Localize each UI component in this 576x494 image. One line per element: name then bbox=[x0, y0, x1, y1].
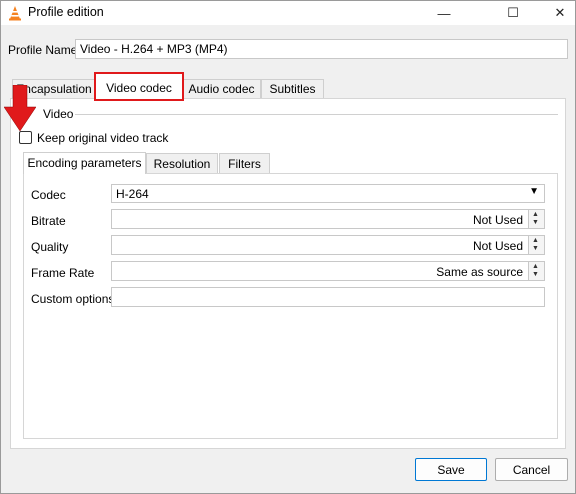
bitrate-spinbox[interactable]: Not Used ▲ ▼ bbox=[111, 209, 545, 229]
spin-up-icon[interactable]: ▲ bbox=[532, 263, 539, 270]
frame-rate-stepper[interactable]: ▲ ▼ bbox=[528, 262, 544, 280]
profile-edition-window: Profile edition — ☐ ✕ Profile Name Video… bbox=[0, 0, 576, 494]
tab-subtitles[interactable]: Subtitles bbox=[261, 79, 324, 98]
keep-original-video-label[interactable]: Keep original video track bbox=[37, 131, 168, 145]
cancel-button[interactable]: Cancel bbox=[495, 458, 568, 481]
bitrate-label: Bitrate bbox=[31, 214, 66, 228]
dropdown-arrow-icon: ▼ bbox=[529, 186, 539, 197]
custom-options-label: Custom options bbox=[31, 292, 115, 306]
bitrate-stepper[interactable]: ▲ ▼ bbox=[528, 210, 544, 228]
spin-up-icon[interactable]: ▲ bbox=[532, 237, 539, 244]
spin-up-icon[interactable]: ▲ bbox=[532, 211, 539, 218]
annotation-arrow-icon bbox=[4, 85, 36, 131]
codec-select[interactable]: H-264 ▼ bbox=[111, 184, 545, 203]
group-divider bbox=[67, 114, 558, 115]
spin-down-icon[interactable]: ▼ bbox=[532, 271, 539, 278]
quality-spinbox[interactable]: Not Used ▲ ▼ bbox=[111, 235, 545, 255]
close-button[interactable]: ✕ bbox=[537, 1, 576, 25]
tab-filters[interactable]: Filters bbox=[219, 153, 270, 173]
codec-label: Codec bbox=[31, 188, 66, 202]
frame-rate-spinbox[interactable]: Same as source ▲ ▼ bbox=[111, 261, 545, 281]
quality-label: Quality bbox=[31, 240, 69, 254]
keep-original-video-checkbox[interactable] bbox=[19, 131, 32, 144]
tab-video-codec[interactable]: Video codec bbox=[94, 72, 184, 101]
quality-value: Not Used bbox=[472, 239, 523, 253]
tab-audio-codec[interactable]: Audio codec bbox=[182, 79, 261, 98]
quality-stepper[interactable]: ▲ ▼ bbox=[528, 236, 544, 254]
frame-rate-label: Frame Rate bbox=[31, 266, 95, 280]
tab-resolution[interactable]: Resolution bbox=[146, 153, 218, 173]
profile-name-input[interactable]: Video - H.264 + MP3 (MP4) bbox=[75, 39, 568, 59]
title-bar: Profile edition — ☐ ✕ bbox=[1, 1, 575, 25]
vlc-cone-icon bbox=[9, 6, 21, 21]
spin-down-icon[interactable]: ▼ bbox=[532, 245, 539, 252]
frame-rate-value: Same as source bbox=[436, 265, 523, 279]
profile-name-label: Profile Name bbox=[8, 43, 78, 57]
video-group-title: Video bbox=[41, 107, 76, 121]
bitrate-value: Not Used bbox=[472, 213, 523, 227]
save-button[interactable]: Save bbox=[415, 458, 487, 481]
codec-value: H-264 bbox=[116, 187, 149, 201]
window-title: Profile edition bbox=[28, 5, 104, 19]
minimize-button[interactable]: — bbox=[421, 1, 467, 25]
spin-down-icon[interactable]: ▼ bbox=[532, 219, 539, 226]
maximize-button[interactable]: ☐ bbox=[490, 1, 536, 25]
custom-options-input[interactable] bbox=[111, 287, 545, 307]
tab-encoding-parameters[interactable]: Encoding parameters bbox=[23, 152, 146, 174]
